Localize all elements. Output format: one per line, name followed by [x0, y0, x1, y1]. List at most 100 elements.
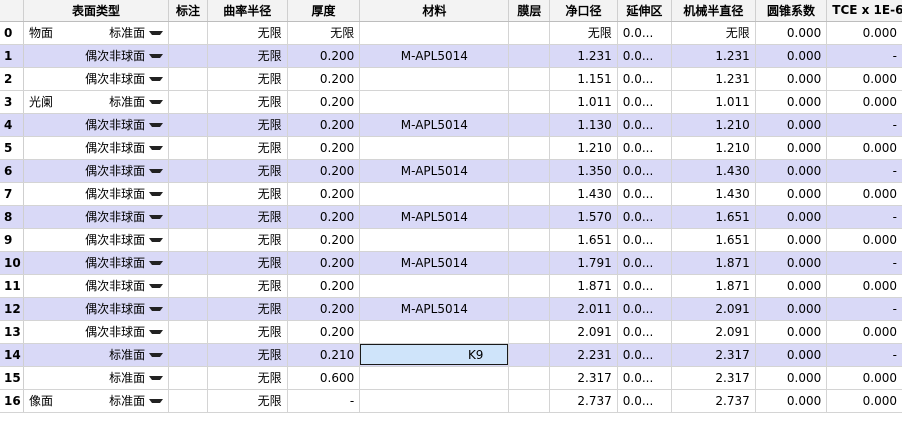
label-cell[interactable] [168, 159, 208, 183]
label-cell[interactable] [168, 389, 208, 413]
material-cell[interactable] [359, 389, 510, 413]
col-header-surface-type[interactable]: 表面类型 [23, 0, 170, 22]
surface-row[interactable]: 8 偶次非球面 无限 0.200 M-APL5014 1.570 0.0... 1.651 0.… [0, 205, 902, 229]
surface-type-cell[interactable]: 偶次非球面 [23, 251, 170, 275]
label-cell[interactable] [168, 205, 208, 229]
conic-cell[interactable]: 0.000 [755, 251, 828, 275]
label-cell[interactable] [168, 21, 208, 45]
mech-semi-dia-cell[interactable]: 1.430 [671, 159, 756, 183]
clear-semi-dia-cell[interactable]: 1.130 [549, 113, 618, 137]
row-index[interactable]: 7 [0, 182, 24, 206]
chevron-down-icon[interactable] [149, 329, 164, 334]
coating-cell[interactable] [508, 136, 551, 160]
label-cell[interactable] [168, 113, 208, 137]
row-index[interactable]: 8 [0, 205, 24, 229]
mech-semi-dia-cell[interactable]: 1.011 [671, 90, 756, 114]
conic-cell[interactable]: 0.000 [755, 205, 828, 229]
material-cell[interactable]: M-APL5014 [359, 297, 510, 321]
tce-cell[interactable]: 0.000 [826, 389, 902, 413]
surface-type-dropdown[interactable]: 偶次非球面 [29, 298, 164, 320]
col-header-mech-semi-dia[interactable]: 机械半直径 [671, 0, 756, 22]
material-cell[interactable] [359, 90, 510, 114]
tce-cell[interactable]: 0.000 [826, 90, 902, 114]
tce-cell[interactable]: - [826, 343, 902, 367]
label-cell[interactable] [168, 366, 208, 390]
surface-type-dropdown[interactable]: 偶次非球面 [29, 321, 164, 343]
thickness-cell[interactable]: 0.200 [287, 90, 361, 114]
tce-cell[interactable]: - [826, 251, 902, 275]
coating-cell[interactable] [508, 67, 551, 91]
material-cell[interactable] [359, 228, 510, 252]
radius-cell[interactable]: 无限 [207, 136, 288, 160]
thickness-cell[interactable]: 0.200 [287, 320, 361, 344]
clear-semi-dia-cell[interactable]: 2.231 [549, 343, 618, 367]
radius-cell[interactable]: 无限 [207, 389, 288, 413]
surface-type-cell[interactable]: 标准面 [23, 366, 170, 390]
surface-type-cell[interactable]: 偶次非球面 [23, 67, 170, 91]
thickness-cell[interactable]: 0.210 [287, 343, 361, 367]
surface-row[interactable]: 6 偶次非球面 无限 0.200 M-APL5014 1.350 0.0... 1.430 0.… [0, 159, 902, 183]
coating-cell[interactable] [508, 159, 551, 183]
conic-cell[interactable]: 0.000 [755, 228, 828, 252]
clear-semi-dia-cell[interactable]: 1.231 [549, 44, 618, 68]
material-cell[interactable]: M-APL5014 [359, 159, 510, 183]
extension-cell[interactable]: 0.0... [617, 320, 672, 344]
thickness-cell[interactable]: 0.200 [287, 228, 361, 252]
extension-cell[interactable]: 0.0... [617, 389, 672, 413]
row-index[interactable]: 9 [0, 228, 24, 252]
thickness-cell[interactable]: 0.200 [287, 67, 361, 91]
surface-row[interactable]: 16 像面 标准面 无限 -2.737 0.0... 2.737 0.000 0.000 [0, 389, 902, 413]
thickness-cell[interactable]: 0.600 [287, 366, 361, 390]
clear-semi-dia-cell[interactable]: 1.011 [549, 90, 618, 114]
surface-type-dropdown[interactable]: 偶次非球面 [29, 160, 164, 182]
radius-cell[interactable]: 无限 [207, 205, 288, 229]
surface-type-dropdown[interactable]: 偶次非球面 [29, 137, 164, 159]
surface-type-cell[interactable]: 偶次非球面 [23, 136, 170, 160]
surface-type-dropdown[interactable]: 像面 标准面 [29, 390, 164, 412]
extension-cell[interactable]: 0.0... [617, 113, 672, 137]
col-header-label[interactable]: 标注 [168, 0, 208, 22]
extension-cell[interactable]: 0.0... [617, 366, 672, 390]
surface-type-cell[interactable]: 偶次非球面 [23, 44, 170, 68]
label-cell[interactable] [168, 228, 208, 252]
conic-cell[interactable]: 0.000 [755, 297, 828, 321]
surface-type-cell[interactable]: 像面 标准面 [23, 389, 170, 413]
surface-type-cell[interactable]: 光阑 标准面 [23, 90, 170, 114]
chevron-down-icon[interactable] [149, 375, 164, 380]
radius-cell[interactable]: 无限 [207, 228, 288, 252]
thickness-cell[interactable]: 0.200 [287, 205, 361, 229]
mech-semi-dia-cell[interactable]: 2.317 [671, 366, 756, 390]
radius-cell[interactable]: 无限 [207, 182, 288, 206]
col-header-tce[interactable]: TCE x 1E-6 [826, 0, 902, 22]
surface-type-cell[interactable]: 偶次非球面 [23, 182, 170, 206]
surface-type-cell[interactable]: 偶次非球面 [23, 297, 170, 321]
coating-cell[interactable] [508, 366, 551, 390]
row-index[interactable]: 16 [0, 389, 24, 413]
radius-cell[interactable]: 无限 [207, 366, 288, 390]
radius-cell[interactable]: 无限 [207, 297, 288, 321]
tce-cell[interactable]: - [826, 113, 902, 137]
mech-semi-dia-cell[interactable]: 1.210 [671, 136, 756, 160]
col-header-material[interactable]: 材料 [359, 0, 510, 22]
tce-cell[interactable]: 0.000 [826, 67, 902, 91]
row-index[interactable]: 3 [0, 90, 24, 114]
chevron-down-icon[interactable] [149, 191, 164, 196]
surface-type-cell[interactable]: 偶次非球面 [23, 205, 170, 229]
surface-type-cell[interactable]: 标准面 [23, 343, 170, 367]
material-cell[interactable] [359, 274, 510, 298]
conic-cell[interactable]: 0.000 [755, 44, 828, 68]
material-cell[interactable]: M-APL5014 [359, 205, 510, 229]
col-header-coating[interactable]: 膜层 [508, 0, 551, 22]
surface-row[interactable]: 0 物面 标准面 无限 无限 无限 0.0... 无限 0.000 0.000 [0, 21, 902, 45]
surface-row[interactable]: 10 偶次非球面 无限 0.200 M-APL5014 1.791 0.0... 1.871 0… [0, 251, 902, 275]
coating-cell[interactable] [508, 320, 551, 344]
mech-semi-dia-cell[interactable]: 2.091 [671, 320, 756, 344]
material-cell[interactable]: M-APL5014 [359, 251, 510, 275]
thickness-cell[interactable]: 0.200 [287, 274, 361, 298]
chevron-down-icon[interactable] [149, 214, 164, 219]
surface-type-cell[interactable]: 偶次非球面 [23, 274, 170, 298]
coating-cell[interactable] [508, 182, 551, 206]
surface-type-cell[interactable]: 偶次非球面 [23, 113, 170, 137]
extension-cell[interactable]: 0.0... [617, 205, 672, 229]
row-index[interactable]: 0 [0, 21, 24, 45]
